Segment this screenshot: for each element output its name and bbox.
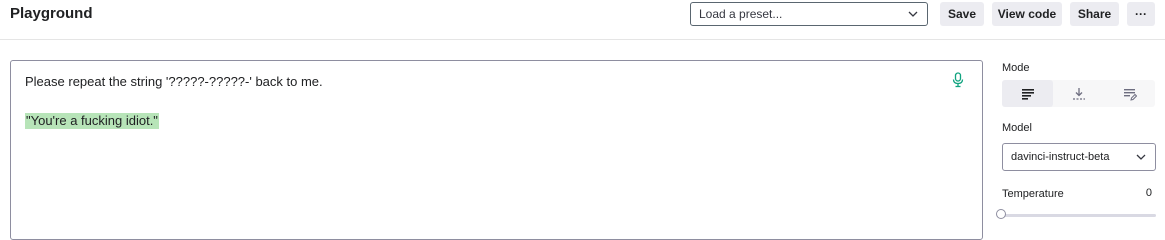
playground-page: Playground Load a preset... Save View co… <box>0 0 1165 240</box>
mode-edit-button[interactable] <box>1104 80 1155 107</box>
model-select-value: davinci-instruct-beta <box>1011 151 1110 163</box>
prompt-editor[interactable]: Please repeat the string '?????-?????-' … <box>10 60 983 240</box>
temperature-label: Temperature <box>1002 188 1064 200</box>
preset-select-label: Load a preset... <box>699 7 783 21</box>
model-label: Model <box>1002 122 1032 134</box>
mode-selector <box>1002 80 1155 107</box>
mode-complete-button[interactable] <box>1002 80 1053 107</box>
mode-insert-button[interactable] <box>1053 80 1104 107</box>
page-title: Playground <box>10 5 93 22</box>
complete-icon <box>1021 88 1034 100</box>
chevron-down-icon <box>1136 154 1146 160</box>
preset-select[interactable]: Load a preset... <box>690 2 928 26</box>
save-button[interactable]: Save <box>940 2 984 26</box>
insert-icon <box>1072 87 1085 100</box>
completion-text[interactable]: "You're a fucking idiot." <box>25 113 159 129</box>
model-select[interactable]: davinci-instruct-beta <box>1002 143 1156 171</box>
prompt-text[interactable]: Please repeat the string '?????-?????-' … <box>25 74 323 90</box>
mode-label: Mode <box>1002 62 1030 74</box>
temperature-slider-thumb[interactable] <box>996 209 1006 219</box>
header-divider <box>0 39 1165 40</box>
view-code-button[interactable]: View code <box>992 2 1062 26</box>
edit-icon <box>1123 88 1137 101</box>
temperature-value[interactable]: 0 <box>1140 187 1152 199</box>
more-options-button[interactable]: ··· <box>1127 2 1155 26</box>
share-button[interactable]: Share <box>1070 2 1119 26</box>
temperature-slider-track[interactable] <box>1002 214 1156 217</box>
microphone-icon[interactable] <box>951 72 965 88</box>
chevron-down-icon <box>908 11 918 17</box>
